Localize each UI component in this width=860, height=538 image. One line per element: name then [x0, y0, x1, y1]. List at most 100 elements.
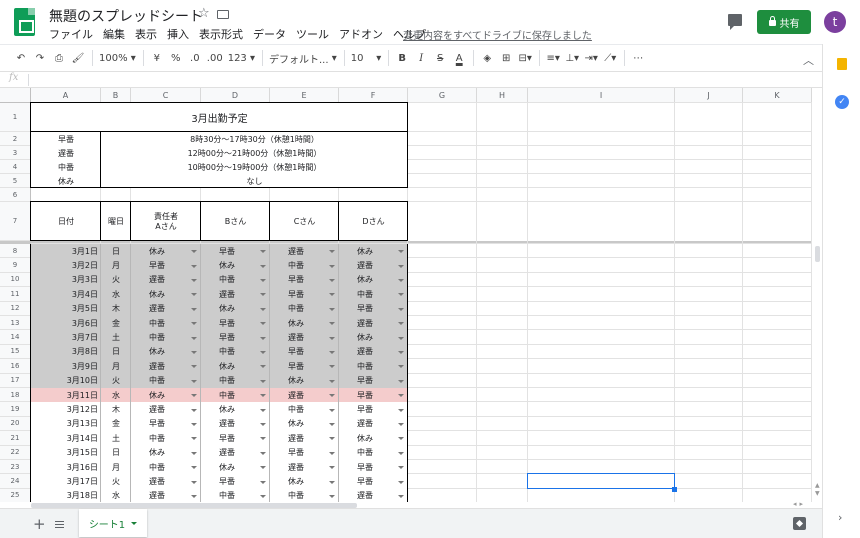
- chevron-down-icon[interactable]: [260, 466, 266, 470]
- chevron-down-icon[interactable]: [398, 278, 404, 282]
- chevron-down-icon[interactable]: [398, 365, 404, 369]
- menu-file[interactable]: ファイル: [49, 26, 93, 42]
- shift-dropdown-cell[interactable]: 早番: [270, 359, 339, 374]
- date-cell[interactable]: 3月8日: [31, 344, 101, 360]
- shift-dropdown-cell[interactable]: 早番: [131, 258, 201, 273]
- shift-dropdown-cell[interactable]: 中番: [270, 402, 339, 417]
- row-header[interactable]: 23: [0, 460, 31, 475]
- shift-dropdown-cell[interactable]: 中番: [131, 316, 201, 331]
- chevron-down-icon[interactable]: [329, 422, 335, 426]
- date-cell[interactable]: 3月18日: [31, 488, 101, 502]
- chevron-down-icon[interactable]: [329, 278, 335, 282]
- date-cell[interactable]: 3月10日: [31, 373, 101, 388]
- row-header[interactable]: 17: [0, 373, 31, 388]
- date-cell[interactable]: 3月4日: [31, 287, 101, 302]
- shift-dropdown-cell[interactable]: 早番: [201, 316, 270, 331]
- chevron-down-icon[interactable]: [191, 379, 197, 383]
- chevron-down-icon[interactable]: [398, 250, 404, 254]
- row-header[interactable]: 14: [0, 330, 31, 345]
- shift-dropdown-cell[interactable]: 早番: [201, 474, 270, 489]
- column-header[interactable]: G: [408, 88, 477, 103]
- row-header[interactable]: 6: [0, 188, 31, 202]
- table-header-cell[interactable]: 責任者 Aさん: [131, 202, 201, 241]
- row-header[interactable]: 15: [0, 344, 31, 360]
- shift-dropdown-cell[interactable]: 早番: [339, 460, 408, 475]
- chevron-down-icon[interactable]: [260, 250, 266, 254]
- chevron-down-icon[interactable]: [329, 480, 335, 484]
- shift-dropdown-cell[interactable]: 遅番: [201, 445, 270, 460]
- row-header[interactable]: 7: [0, 202, 31, 241]
- shift-dropdown-cell[interactable]: 休み: [270, 416, 339, 432]
- selected-cell[interactable]: [527, 473, 675, 489]
- shift-dropdown-cell[interactable]: 中番: [201, 373, 270, 388]
- date-cell[interactable]: 3月12日: [31, 402, 101, 417]
- table-header-cell[interactable]: Cさん: [270, 202, 339, 241]
- vertical-scroll-arrows[interactable]: ▲ ▼: [815, 482, 820, 498]
- weekday-cell[interactable]: 火: [101, 373, 131, 388]
- shift-dropdown-cell[interactable]: 早番: [339, 373, 408, 388]
- shift-time-cell[interactable]: 8時30分～17時30分（休憩1時間）: [101, 132, 408, 146]
- shift-dropdown-cell[interactable]: 休み: [339, 272, 408, 288]
- tasks-icon[interactable]: ✓: [835, 95, 849, 109]
- weekday-cell[interactable]: 火: [101, 272, 131, 288]
- chevron-down-icon[interactable]: [191, 408, 197, 412]
- shift-dropdown-cell[interactable]: 中番: [201, 388, 270, 403]
- spreadsheet-grid[interactable]: A B C D E F G H I J K 1 2 3 4 5 6 7 8 9 10 11 12 13 14 15 16 17 18 19…: [0, 88, 822, 502]
- table-header-cell[interactable]: Dさん: [339, 202, 408, 241]
- chevron-down-icon[interactable]: [191, 422, 197, 426]
- shift-dropdown-cell[interactable]: 休み: [201, 460, 270, 475]
- chevron-down-icon[interactable]: [398, 451, 404, 455]
- shift-dropdown-cell[interactable]: 遅番: [131, 272, 201, 288]
- row-header[interactable]: 8: [0, 244, 31, 259]
- shift-dropdown-cell[interactable]: 早番: [270, 445, 339, 460]
- shift-dropdown-cell[interactable]: 休み: [131, 244, 201, 259]
- redo-icon[interactable]: ↷: [33, 48, 47, 68]
- share-button[interactable]: 共有: [757, 10, 811, 34]
- row-header[interactable]: 19: [0, 402, 31, 417]
- date-cell[interactable]: 3月13日: [31, 416, 101, 432]
- strikethrough-button[interactable]: S: [433, 48, 447, 68]
- date-cell[interactable]: 3月5日: [31, 301, 101, 316]
- shift-time-cell[interactable]: 12時00分～21時00分（休憩1時間）: [101, 146, 408, 160]
- sheet-tab[interactable]: シート1: [79, 509, 147, 537]
- shift-dropdown-cell[interactable]: 遅番: [270, 244, 339, 259]
- menu-insert[interactable]: 挿入: [167, 26, 189, 42]
- chevron-down-icon[interactable]: [260, 480, 266, 484]
- comment-icon[interactable]: [728, 14, 742, 30]
- italic-button[interactable]: I: [414, 48, 428, 68]
- column-header[interactable]: A: [31, 88, 101, 103]
- shift-dropdown-cell[interactable]: 遅番: [339, 416, 408, 432]
- chevron-down-icon[interactable]: [191, 278, 197, 282]
- menu-view[interactable]: 表示: [135, 26, 157, 42]
- chevron-down-icon[interactable]: [329, 379, 335, 383]
- chevron-down-icon[interactable]: [260, 322, 266, 326]
- chevron-down-icon[interactable]: [191, 264, 197, 268]
- shift-dropdown-cell[interactable]: 早番: [339, 388, 408, 403]
- shift-dropdown-cell[interactable]: 休み: [201, 359, 270, 374]
- shift-dropdown-cell[interactable]: 早番: [339, 402, 408, 417]
- shift-dropdown-cell[interactable]: 休み: [201, 301, 270, 316]
- weekday-cell[interactable]: 日: [101, 445, 131, 460]
- chevron-down-icon[interactable]: [398, 322, 404, 326]
- show-side-panel-icon[interactable]: ›: [838, 511, 842, 524]
- shift-name-cell[interactable]: 遅番: [31, 146, 101, 160]
- fill-color-icon[interactable]: ◈: [480, 48, 494, 68]
- chevron-down-icon[interactable]: [329, 408, 335, 412]
- chevron-down-icon[interactable]: [398, 394, 404, 398]
- move-folder-icon[interactable]: [217, 10, 229, 19]
- collapse-menus-icon[interactable]: ︿: [803, 52, 814, 68]
- borders-icon[interactable]: ⊞: [499, 48, 513, 68]
- shift-dropdown-cell[interactable]: 中番: [270, 301, 339, 316]
- chevron-down-icon[interactable]: [260, 451, 266, 455]
- avatar[interactable]: t: [824, 11, 846, 33]
- shift-dropdown-cell[interactable]: 休み: [201, 402, 270, 417]
- row-header[interactable]: 2: [0, 132, 31, 146]
- sheet-title-cell[interactable]: 3月出勤予定: [31, 103, 408, 132]
- chevron-down-icon[interactable]: [398, 422, 404, 426]
- shift-dropdown-cell[interactable]: 遅番: [270, 431, 339, 446]
- chevron-down-icon[interactable]: [260, 293, 266, 297]
- chevron-down-icon[interactable]: [191, 365, 197, 369]
- chevron-down-icon[interactable]: [329, 250, 335, 254]
- shift-dropdown-cell[interactable]: 休み: [131, 287, 201, 302]
- shift-dropdown-cell[interactable]: 遅番: [339, 316, 408, 331]
